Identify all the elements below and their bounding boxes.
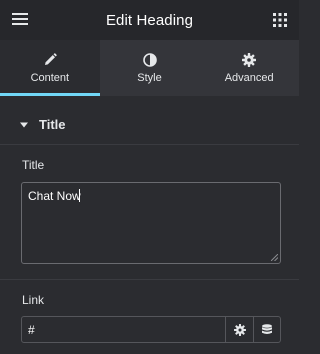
half-circle-icon <box>142 52 157 67</box>
title-textarea[interactable]: Chat Now <box>21 182 281 264</box>
pencil-icon <box>44 52 57 65</box>
tab-style[interactable]: Style <box>100 40 200 96</box>
dynamic-tags-button[interactable] <box>253 317 280 342</box>
title-textarea-value: Chat Now <box>28 189 81 203</box>
database-icon <box>262 323 272 334</box>
grid-icon[interactable] <box>273 13 287 27</box>
tab-style-label: Style <box>137 71 162 84</box>
text-cursor <box>79 189 80 202</box>
link-input-value: # <box>28 322 35 337</box>
tab-content[interactable]: Content <box>0 40 100 96</box>
resize-handle-icon[interactable] <box>271 254 278 261</box>
section-title: Title <box>39 117 66 132</box>
tab-bar: Content Style Advanced <box>0 40 299 96</box>
gear-icon <box>242 52 257 67</box>
tab-advanced-label: Advanced <box>224 71 274 84</box>
gear-icon <box>233 323 246 336</box>
section-divider <box>0 279 299 280</box>
title-field-label: Title <box>22 158 45 172</box>
panel-header: Edit Heading <box>0 0 299 40</box>
tab-content-label: Content <box>30 71 70 84</box>
hamburger-menu-icon[interactable] <box>12 12 28 26</box>
link-options-button[interactable] <box>226 317 253 342</box>
link-control: # <box>21 316 281 343</box>
link-input[interactable]: # <box>22 317 226 342</box>
tab-advanced[interactable]: Advanced <box>199 40 299 96</box>
link-field-label: Link <box>22 293 45 307</box>
caret-down-icon <box>20 122 28 127</box>
section-toggle-title[interactable]: Title <box>0 105 299 145</box>
panel-title: Edit Heading <box>105 11 194 29</box>
